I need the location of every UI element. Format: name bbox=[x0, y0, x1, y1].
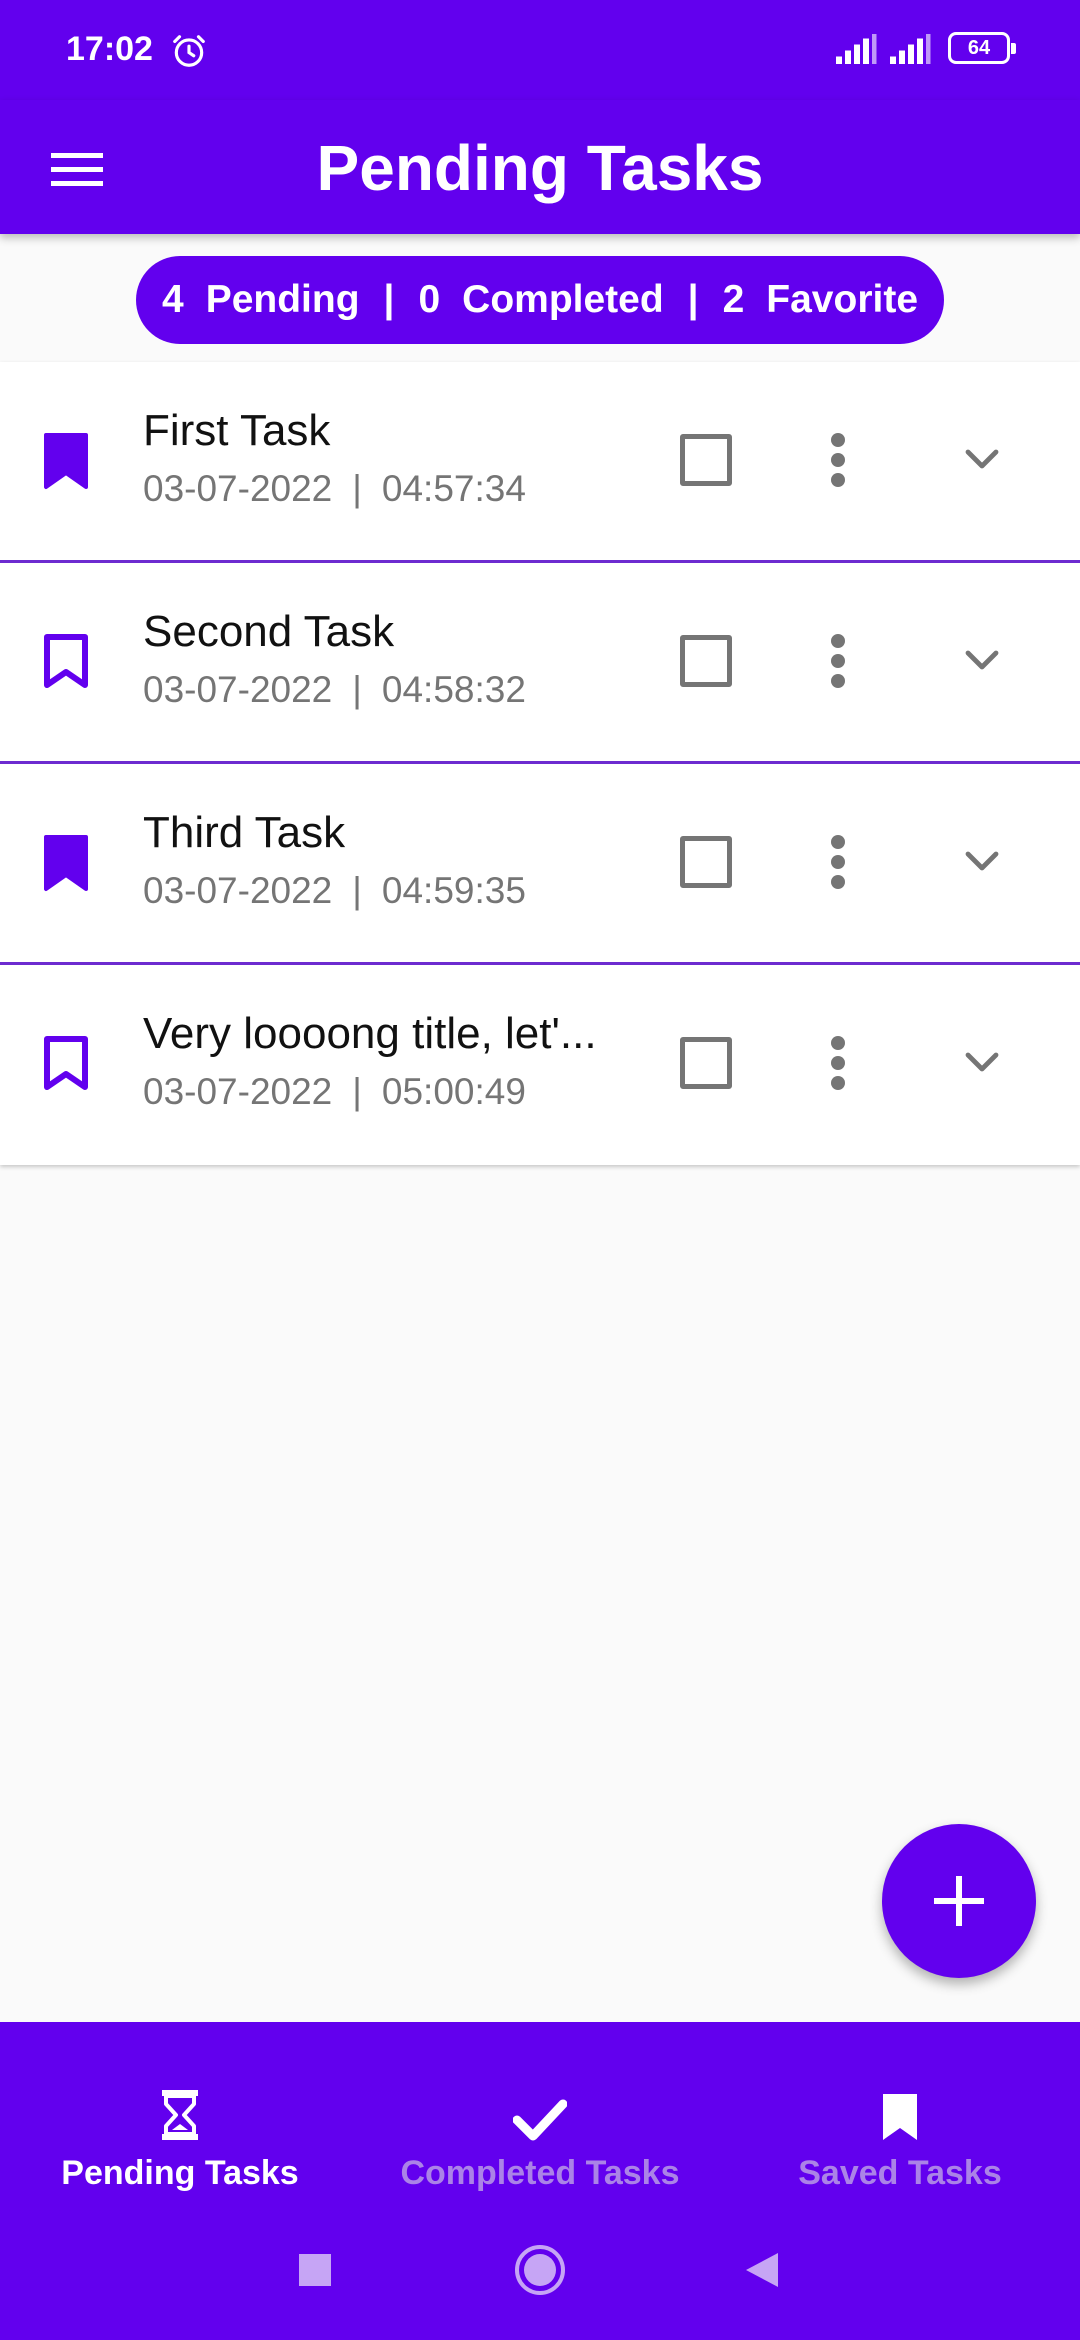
meta-separator: | bbox=[352, 669, 362, 710]
status-bar: 17:02 64 bbox=[0, 0, 1080, 100]
chevron-down-icon[interactable] bbox=[958, 434, 1006, 482]
task-timestamp: 03-07-2022 | 04:58:32 bbox=[143, 669, 526, 711]
task-row[interactable]: First Task 03-07-2022 | 04:57:34 bbox=[0, 362, 1080, 563]
favorite-count: 2 bbox=[722, 278, 745, 321]
bookmark-outline-icon[interactable] bbox=[42, 1035, 90, 1093]
nav-saved-tasks[interactable]: Saved Tasks bbox=[720, 2072, 1080, 2193]
recent-apps-button[interactable] bbox=[285, 2240, 345, 2300]
add-task-button[interactable] bbox=[882, 1824, 1036, 1978]
task-date: 03-07-2022 bbox=[143, 1071, 333, 1112]
bookmark-filled-icon[interactable] bbox=[42, 432, 90, 490]
back-triangle-icon bbox=[746, 2253, 778, 2287]
task-title: First Task bbox=[143, 406, 331, 455]
task-time: 04:57:34 bbox=[381, 468, 526, 509]
pending-label: Pending bbox=[205, 278, 360, 321]
page-title: Pending Tasks bbox=[316, 132, 764, 204]
task-timestamp: 03-07-2022 | 04:57:34 bbox=[143, 468, 526, 510]
alarm-icon bbox=[173, 35, 205, 67]
bookmark-filled-icon[interactable] bbox=[42, 834, 90, 892]
task-date: 03-07-2022 bbox=[143, 468, 333, 509]
hourglass-icon bbox=[162, 2090, 198, 2140]
meta-separator: | bbox=[352, 468, 362, 509]
app-bar: Pending Tasks bbox=[0, 100, 1080, 234]
task-row[interactable]: Very loooong title, let'... 03-07-2022 | 0… bbox=[0, 965, 1080, 1165]
task-timestamp: 03-07-2022 | 05:00:49 bbox=[143, 1071, 526, 1113]
nav-label: Completed Tasks bbox=[400, 2154, 680, 2192]
nav-label: Pending Tasks bbox=[61, 2154, 299, 2192]
task-row[interactable]: Third Task 03-07-2022 | 04:59:35 bbox=[0, 764, 1080, 965]
bookmark-outline-icon[interactable] bbox=[42, 633, 90, 691]
summary-separator: | bbox=[687, 278, 699, 321]
bookmark-icon bbox=[883, 2094, 917, 2140]
task-complete-checkbox[interactable] bbox=[680, 1037, 732, 1089]
task-row[interactable]: Second Task 03-07-2022 | 04:58:32 bbox=[0, 563, 1080, 764]
signal-icon bbox=[836, 34, 877, 64]
task-title: Second Task bbox=[143, 607, 395, 656]
completed-label: Completed bbox=[462, 278, 664, 321]
more-options-icon[interactable] bbox=[818, 1033, 858, 1093]
favorite-label: Favorite bbox=[766, 278, 919, 321]
chevron-down-icon[interactable] bbox=[958, 1037, 1006, 1085]
task-title: Very loooong title, let'... bbox=[143, 1009, 597, 1058]
bottom-navigation: Pending Tasks Completed Tasks Saved Task… bbox=[0, 2022, 1080, 2340]
task-timestamp: 03-07-2022 | 04:59:35 bbox=[143, 870, 526, 912]
task-time: 04:59:35 bbox=[381, 870, 526, 911]
battery-level: 64 bbox=[967, 36, 991, 59]
task-time: 04:58:32 bbox=[381, 669, 526, 710]
chevron-down-icon[interactable] bbox=[958, 836, 1006, 884]
pending-count: 4 bbox=[161, 278, 184, 321]
more-options-icon[interactable] bbox=[818, 430, 858, 490]
plus-icon bbox=[934, 1876, 984, 1926]
task-list: First Task 03-07-2022 | 04:57:34 Second Ta… bbox=[0, 362, 1080, 1165]
meta-separator: | bbox=[352, 870, 362, 911]
nav-completed-tasks[interactable]: Completed Tasks bbox=[360, 2072, 720, 2193]
task-complete-checkbox[interactable] bbox=[680, 635, 732, 687]
nav-label: Saved Tasks bbox=[798, 2154, 1002, 2192]
completed-count: 0 bbox=[418, 278, 441, 321]
task-summary-badge: 4 Pending | 0 Completed | 2 Favorite bbox=[136, 256, 944, 344]
task-title: Third Task bbox=[143, 808, 346, 857]
task-date: 03-07-2022 bbox=[143, 669, 333, 710]
task-date: 03-07-2022 bbox=[143, 870, 333, 911]
home-button[interactable] bbox=[510, 2240, 570, 2300]
task-complete-checkbox[interactable] bbox=[680, 836, 732, 888]
more-options-icon[interactable] bbox=[818, 631, 858, 691]
chevron-down-icon[interactable] bbox=[958, 635, 1006, 683]
task-time: 05:00:49 bbox=[381, 1071, 526, 1112]
battery-icon: 64 bbox=[948, 32, 1016, 64]
nav-pending-tasks[interactable]: Pending Tasks bbox=[0, 2072, 360, 2193]
check-icon bbox=[513, 2099, 567, 2141]
status-time: 17:02 bbox=[66, 30, 153, 68]
meta-separator: | bbox=[352, 1071, 362, 1112]
more-options-icon[interactable] bbox=[818, 832, 858, 892]
signal-icon bbox=[890, 34, 931, 64]
summary-separator: | bbox=[383, 278, 395, 321]
back-button[interactable] bbox=[732, 2240, 792, 2300]
circle-icon bbox=[515, 2245, 565, 2295]
square-icon bbox=[299, 2254, 331, 2286]
task-complete-checkbox[interactable] bbox=[680, 434, 732, 486]
